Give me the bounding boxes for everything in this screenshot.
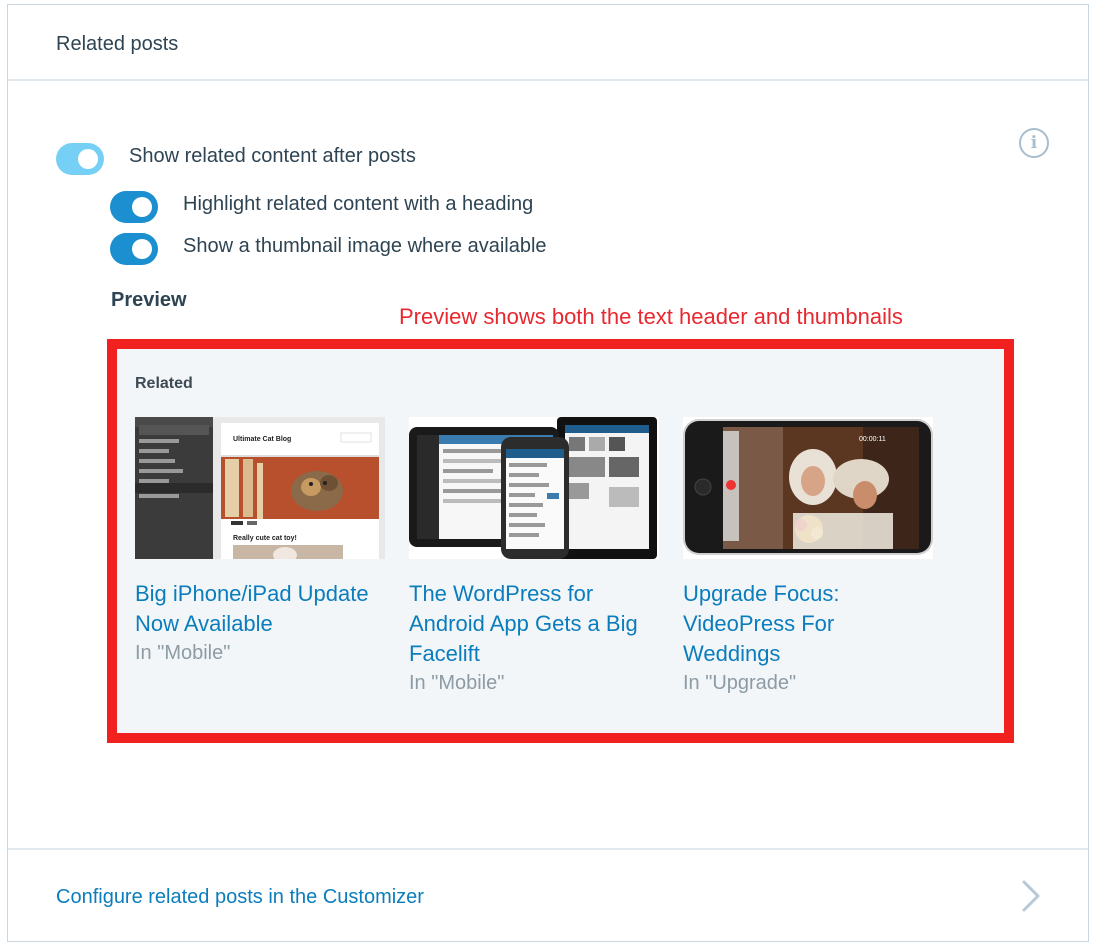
heading-toggle[interactable] — [110, 191, 158, 223]
related-post: The WordPress for Android App Gets a Big… — [409, 417, 659, 697]
toggle-knob — [78, 149, 98, 169]
thumbnail-toggle[interactable] — [110, 233, 158, 265]
blog-screenshot-image: Ultimate Cat Blog Really cute cat toy! — [135, 417, 385, 559]
post-title-link[interactable]: Big iPhone/iPad Update Now Available — [135, 579, 385, 639]
post-title-link[interactable]: The WordPress for Android App Gets a Big… — [409, 579, 659, 669]
related-label: Related — [135, 375, 193, 392]
post-thumbnail[interactable]: Ultimate Cat Blog Really cute cat toy! — [135, 417, 385, 559]
info-icon[interactable]: i — [1019, 128, 1049, 158]
card-header: Related posts — [8, 5, 1088, 81]
configure-customizer-link[interactable]: Configure related posts in the Customize… — [56, 886, 424, 909]
related-posts-card: Related posts i Show related content aft… — [7, 4, 1089, 942]
annotation-text: Preview shows both the text header and t… — [399, 304, 903, 329]
thumbnail-toggle-label[interactable]: Show a thumbnail image where available — [183, 235, 547, 258]
post-thumbnail[interactable]: 00:00:11 — [683, 417, 933, 559]
post-category: In "Mobile" — [135, 642, 231, 664]
thumb-blog-title: Ultimate Cat Blog — [233, 436, 291, 443]
android-devices-image — [409, 417, 659, 559]
main-toggle[interactable] — [56, 143, 104, 175]
thumb-post-title: Really cute cat toy! — [233, 535, 297, 542]
post-title-link[interactable]: Upgrade Focus: VideoPress For Weddings — [683, 579, 933, 669]
card-title: Related posts — [56, 33, 179, 55]
post-category: In "Upgrade" — [683, 672, 797, 694]
video-timestamp: 00:00:11 — [859, 436, 886, 443]
toggle-knob — [132, 239, 152, 259]
videopress-phone-image: 00:00:11 — [683, 417, 933, 559]
related-post: Ultimate Cat Blog Really cute cat toy! B… — [135, 417, 385, 667]
post-thumbnail[interactable] — [409, 417, 659, 559]
related-preview: Related Ultimate Cat Blog Really cute ca… — [107, 339, 1014, 743]
heading-toggle-label[interactable]: Highlight related content with a heading — [183, 193, 533, 216]
related-post: 00:00:11 Upgrade Focus: VideoPress For W… — [683, 417, 933, 697]
card-footer[interactable]: Configure related posts in the Customize… — [8, 848, 1088, 943]
preview-heading: Preview — [111, 289, 187, 311]
toggle-knob — [132, 197, 152, 217]
post-category: In "Mobile" — [409, 672, 505, 694]
main-toggle-label[interactable]: Show related content after posts — [129, 145, 416, 168]
chevron-right-icon[interactable] — [1018, 878, 1042, 914]
